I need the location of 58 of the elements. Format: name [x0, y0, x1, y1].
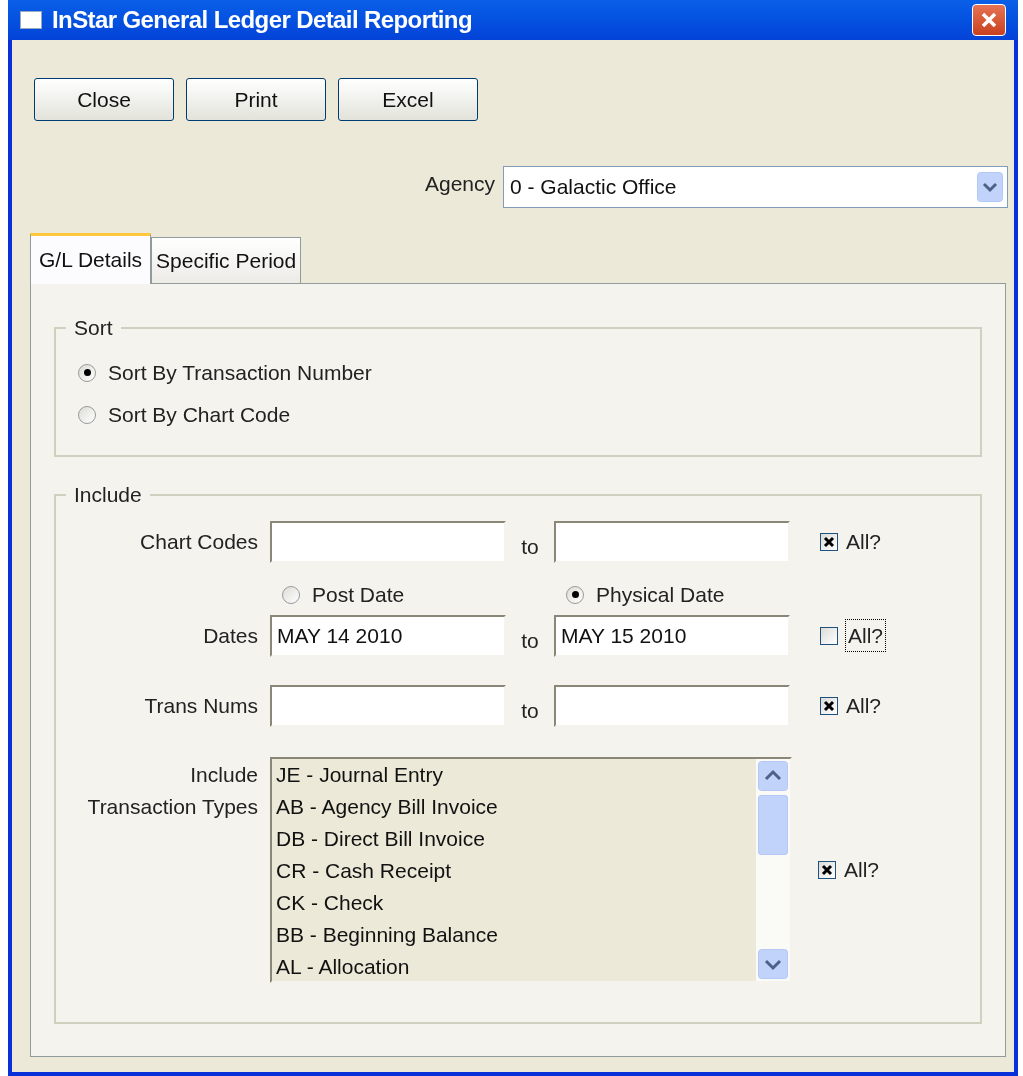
toolbar-button[interactable]: Close [34, 78, 174, 121]
field-label: Chart Codes [139, 528, 259, 555]
scrollbar[interactable] [756, 758, 790, 981]
checkbox-label: All? [846, 528, 882, 555]
toolbar-button[interactable]: Print [186, 78, 326, 121]
text-field[interactable] [554, 520, 790, 563]
field-label: Transaction Types [87, 793, 258, 820]
group-title: Sort [73, 315, 114, 341]
x-mark-icon [821, 863, 833, 876]
radio-button[interactable] [78, 363, 96, 382]
scroll-down-icon[interactable] [758, 948, 788, 979]
to-label: to [520, 533, 540, 560]
close-icon [980, 11, 998, 29]
text-field[interactable]: MAY 14 2010 [270, 614, 506, 657]
radio-button[interactable] [78, 405, 96, 424]
list-item[interactable]: DB - Direct Bill Invoice [276, 822, 756, 855]
text-field[interactable] [554, 684, 790, 727]
list-item[interactable]: BB - Beginning Balance [276, 918, 756, 951]
checkbox-label: All? [846, 619, 886, 652]
checkbox[interactable] [818, 860, 836, 879]
radio-button[interactable] [566, 585, 584, 604]
scroll-thumb[interactable] [758, 794, 788, 855]
toolbar-button[interactable]: Excel [338, 78, 478, 121]
group-title: Include [73, 482, 143, 508]
checkbox[interactable] [820, 532, 838, 551]
text-field[interactable] [270, 520, 506, 563]
x-mark-icon [823, 699, 835, 712]
list-item[interactable]: AL - Allocation [276, 950, 756, 981]
radio-label: Sort By Chart Code [108, 401, 291, 428]
transaction-type-list[interactable]: JE - Journal Entry AB - Agency Bill Invoice DB - Direct Bill Invoice CR - Cash Receipt CK - Check BB - Beginning Balance AL - Allocation [270, 756, 792, 983]
tab[interactable]: Specific Period [151, 237, 302, 283]
agency-dropdown[interactable]: 0 - Galactic Office [503, 166, 1008, 208]
radio-label: Physical Date [596, 581, 725, 608]
checkbox-label: All? [844, 856, 880, 883]
list-item[interactable]: CK - Check [276, 886, 756, 919]
radio-label: Post Date [312, 581, 405, 608]
close-button[interactable] [972, 4, 1006, 36]
to-label: to [520, 627, 540, 654]
checkbox-label: All? [846, 692, 882, 719]
scroll-up-icon[interactable] [758, 760, 788, 791]
list-item[interactable]: CR - Cash Receipt [276, 854, 756, 887]
tab[interactable]: G/L Details [30, 233, 152, 284]
list-item[interactable]: AB - Agency Bill Invoice [276, 790, 756, 823]
field-label: Dates [202, 622, 259, 649]
text-field[interactable] [270, 684, 506, 727]
window-title: InStar General Ledger Detail Reporting [52, 5, 472, 35]
list-item[interactable]: JE - Journal Entry [276, 758, 756, 791]
field-label: Trans Nums [143, 692, 259, 719]
window-icon [20, 11, 42, 29]
to-label: to [520, 697, 540, 724]
agency-label: Agency [424, 171, 495, 198]
checkbox[interactable] [820, 696, 838, 715]
field-label: Include [190, 761, 258, 788]
x-mark-icon [823, 535, 835, 548]
checkbox[interactable] [820, 626, 838, 645]
radio-label: Sort By Transaction Number [108, 359, 372, 386]
radio-button[interactable] [282, 585, 300, 604]
text-field[interactable]: MAY 15 2010 [554, 614, 790, 657]
